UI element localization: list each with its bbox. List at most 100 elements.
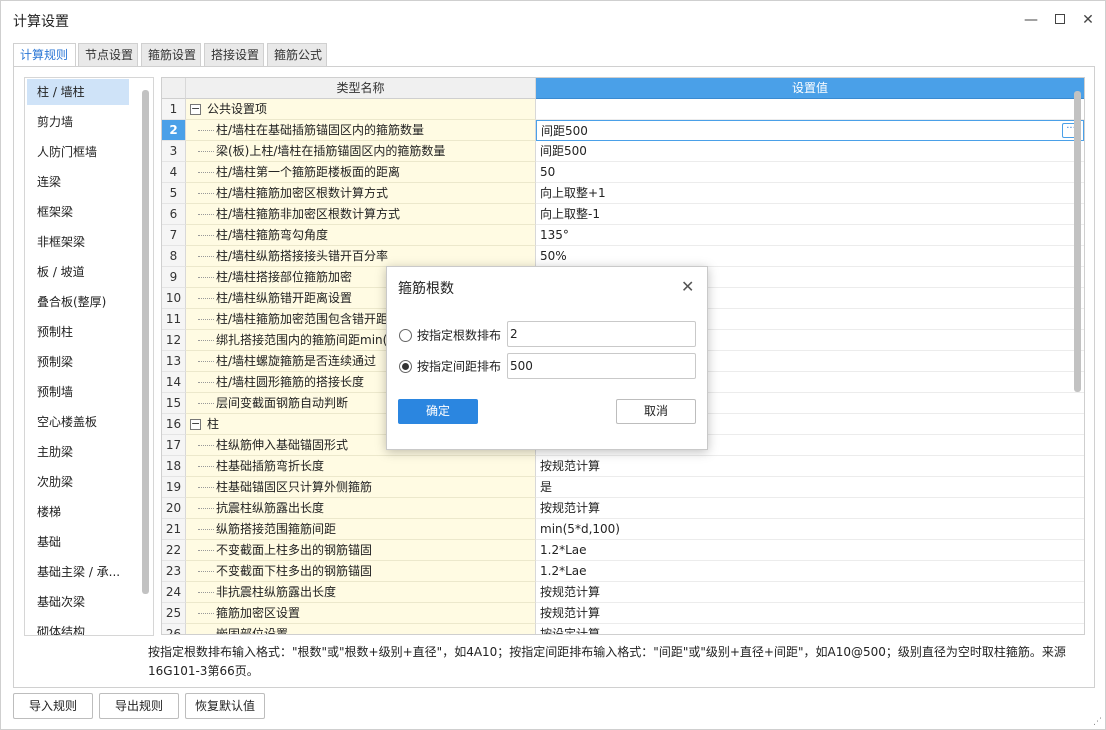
table-row[interactable]: 22 不变截面上柱多出的钢筋锚固 1.2*Lae [162, 540, 1084, 561]
sidebar-item[interactable]: 预制墙 [27, 379, 129, 405]
sidebar-item[interactable]: 砌体结构 [27, 619, 129, 635]
collapse-icon[interactable]: − [190, 103, 201, 115]
sidebar-item[interactable]: 次肋梁 [27, 469, 129, 495]
type-name-cell[interactable]: 柱/墙柱第一个箍筋距楼板面的距离 [186, 162, 536, 183]
table-row[interactable]: 18 柱基础插筋弯折长度 按规范计算 [162, 456, 1084, 477]
table-row[interactable]: 1− 公共设置项 [162, 99, 1084, 120]
sidebar-item[interactable]: 基础主梁 / 承... [27, 559, 129, 585]
sidebar-item[interactable]: 非框架梁 [27, 229, 129, 255]
import-rules-button[interactable]: 导入规则 [13, 693, 93, 719]
table-row[interactable]: 24 非抗震柱纵筋露出长度 按规范计算 [162, 582, 1084, 603]
setting-value-cell[interactable] [536, 99, 1084, 120]
restore-defaults-button[interactable]: 恢复默认值 [185, 693, 265, 719]
table-row[interactable]: 7 柱/墙柱箍筋弯勾角度 135° [162, 225, 1084, 246]
sidebar-item[interactable]: 人防门框墙 [27, 139, 129, 165]
maximize-button[interactable] [1050, 10, 1070, 30]
sidebar-item[interactable]: 基础 [27, 529, 129, 555]
spacing-input[interactable] [507, 353, 696, 379]
tab-stirrup-settings[interactable]: 箍筋设置 [141, 43, 201, 67]
table-row[interactable]: 5 柱/墙柱箍筋加密区根数计算方式 向上取整+1 [162, 183, 1084, 204]
table-row[interactable]: 2 柱/墙柱在基础插筋锚固区内的箍筋数量 间距500 ··· [162, 120, 1084, 141]
sidebar-item[interactable]: 连梁 [27, 169, 129, 195]
resize-grip-icon[interactable]: ⋰ [1093, 717, 1103, 727]
setting-value-cell[interactable]: 按规范计算 [536, 582, 1084, 603]
table-row[interactable]: 3 梁(板)上柱/墙柱在插筋锚固区内的箍筋数量 间距500 [162, 141, 1084, 162]
sidebar-item[interactable]: 框架梁 [27, 199, 129, 225]
radio-by-count[interactable] [399, 329, 412, 342]
type-name-cell[interactable]: 不变截面上柱多出的钢筋锚固 [186, 540, 536, 561]
setting-value-cell[interactable]: 按规范计算 [536, 456, 1084, 477]
type-name-cell[interactable]: 柱/墙柱在基础插筋锚固区内的箍筋数量 [186, 120, 536, 141]
type-name-cell[interactable]: 柱/墙柱纵筋搭接接头错开百分率 [186, 246, 536, 267]
setting-value-cell[interactable]: 1.2*Lae [536, 561, 1084, 582]
table-row[interactable]: 23 不变截面下柱多出的钢筋锚固 1.2*Lae [162, 561, 1084, 582]
setting-value-cell[interactable]: 按规范计算 [536, 498, 1084, 519]
row-number: 13 [162, 351, 186, 372]
type-name-cell[interactable]: 柱基础锚固区只计算外侧箍筋 [186, 477, 536, 498]
setting-value-cell[interactable]: 是 [536, 477, 1084, 498]
setting-value-cell[interactable]: 向上取整-1 [536, 204, 1084, 225]
type-name-cell[interactable]: 不变截面下柱多出的钢筋锚固 [186, 561, 536, 582]
column-header-name[interactable]: 类型名称 [186, 78, 536, 99]
sidebar-item[interactable]: 主肋梁 [27, 439, 129, 465]
setting-value-cell[interactable]: 135° [536, 225, 1084, 246]
row-number: 3 [162, 141, 186, 162]
tab-calc-rules[interactable]: 计算规则 [13, 43, 76, 68]
type-name-cell[interactable]: 柱/墙柱箍筋弯勾角度 [186, 225, 536, 246]
table-row[interactable]: 6 柱/墙柱箍筋非加密区根数计算方式 向上取整-1 [162, 204, 1084, 225]
table-row[interactable]: 8 柱/墙柱纵筋搭接接头错开百分率 50% [162, 246, 1084, 267]
type-name-cell[interactable]: 柱/墙柱箍筋非加密区根数计算方式 [186, 204, 536, 225]
sidebar-scrollbar[interactable] [142, 90, 149, 594]
tab-lap-settings[interactable]: 搭接设置 [204, 43, 264, 67]
option-by-spacing[interactable]: 按指定间距排布 [399, 353, 501, 379]
table-row[interactable]: 20 抗震柱纵筋露出长度 按规范计算 [162, 498, 1084, 519]
table-row[interactable]: 26 嵌固部位设置 按设定计算 [162, 624, 1084, 634]
sidebar-item[interactable]: 板 / 坡道 [27, 259, 129, 285]
type-name-cell[interactable]: 抗震柱纵筋露出长度 [186, 498, 536, 519]
count-input[interactable] [507, 321, 696, 347]
sidebar-item[interactable]: 空心楼盖板 [27, 409, 129, 435]
setting-value-cell[interactable]: 按设定计算 [536, 624, 1084, 634]
type-name-cell[interactable]: 梁(板)上柱/墙柱在插筋锚固区内的箍筋数量 [186, 141, 536, 162]
ok-button[interactable]: 确定 [398, 399, 478, 424]
collapse-icon[interactable]: − [190, 418, 201, 430]
cancel-button[interactable]: 取消 [616, 399, 696, 424]
type-name-cell[interactable]: 嵌固部位设置 [186, 624, 536, 634]
sidebar-item[interactable]: 叠合板(整厚) [27, 289, 129, 315]
type-name-cell[interactable]: 箍筋加密区设置 [186, 603, 536, 624]
minimize-button[interactable]: — [1021, 10, 1041, 30]
tab-node-settings[interactable]: 节点设置 [78, 43, 138, 67]
close-window-button[interactable]: ✕ [1078, 10, 1098, 30]
dialog-close-icon[interactable]: ✕ [681, 277, 694, 296]
type-name-cell[interactable]: 纵筋搭接范围箍筋间距 [186, 519, 536, 540]
setting-value-cell[interactable]: min(5*d,100) [536, 519, 1084, 540]
option-by-count[interactable]: 按指定根数排布 [399, 322, 501, 348]
sidebar-item[interactable]: 预制梁 [27, 349, 129, 375]
table-row[interactable]: 25 箍筋加密区设置 按规范计算 [162, 603, 1084, 624]
type-name-cell[interactable]: − 公共设置项 [186, 99, 536, 120]
setting-value-cell[interactable]: 间距500 [536, 141, 1084, 162]
sidebar-item[interactable]: 楼梯 [27, 499, 129, 525]
column-header-value[interactable]: 设置值 [536, 78, 1084, 99]
type-name-cell[interactable]: 非抗震柱纵筋露出长度 [186, 582, 536, 603]
setting-value-cell[interactable]: 间距500 ··· [536, 120, 1084, 141]
type-name-cell[interactable]: 柱基础插筋弯折长度 [186, 456, 536, 477]
sidebar-item[interactable]: 柱 / 墙柱 [27, 79, 129, 105]
table-row[interactable]: 4 柱/墙柱第一个箍筋距楼板面的距离 50 [162, 162, 1084, 183]
setting-value-cell[interactable]: 50 [536, 162, 1084, 183]
table-row[interactable]: 19 柱基础锚固区只计算外侧箍筋 是 [162, 477, 1084, 498]
grid-scrollbar[interactable] [1074, 91, 1081, 392]
setting-value-cell[interactable]: 1.2*Lae [536, 540, 1084, 561]
sidebar-item[interactable]: 剪力墙 [27, 109, 129, 135]
setting-value-text: 间距500 [540, 144, 587, 158]
setting-value-cell[interactable]: 50% [536, 246, 1084, 267]
type-name-cell[interactable]: 柱/墙柱箍筋加密区根数计算方式 [186, 183, 536, 204]
radio-by-spacing[interactable] [399, 360, 412, 373]
sidebar-item[interactable]: 基础次梁 [27, 589, 129, 615]
sidebar-item[interactable]: 预制柱 [27, 319, 129, 345]
export-rules-button[interactable]: 导出规则 [99, 693, 179, 719]
table-row[interactable]: 21 纵筋搭接范围箍筋间距 min(5*d,100) [162, 519, 1084, 540]
setting-value-cell[interactable]: 向上取整+1 [536, 183, 1084, 204]
setting-value-cell[interactable]: 按规范计算 [536, 603, 1084, 624]
tab-stirrup-formula[interactable]: 箍筋公式 [267, 43, 327, 67]
